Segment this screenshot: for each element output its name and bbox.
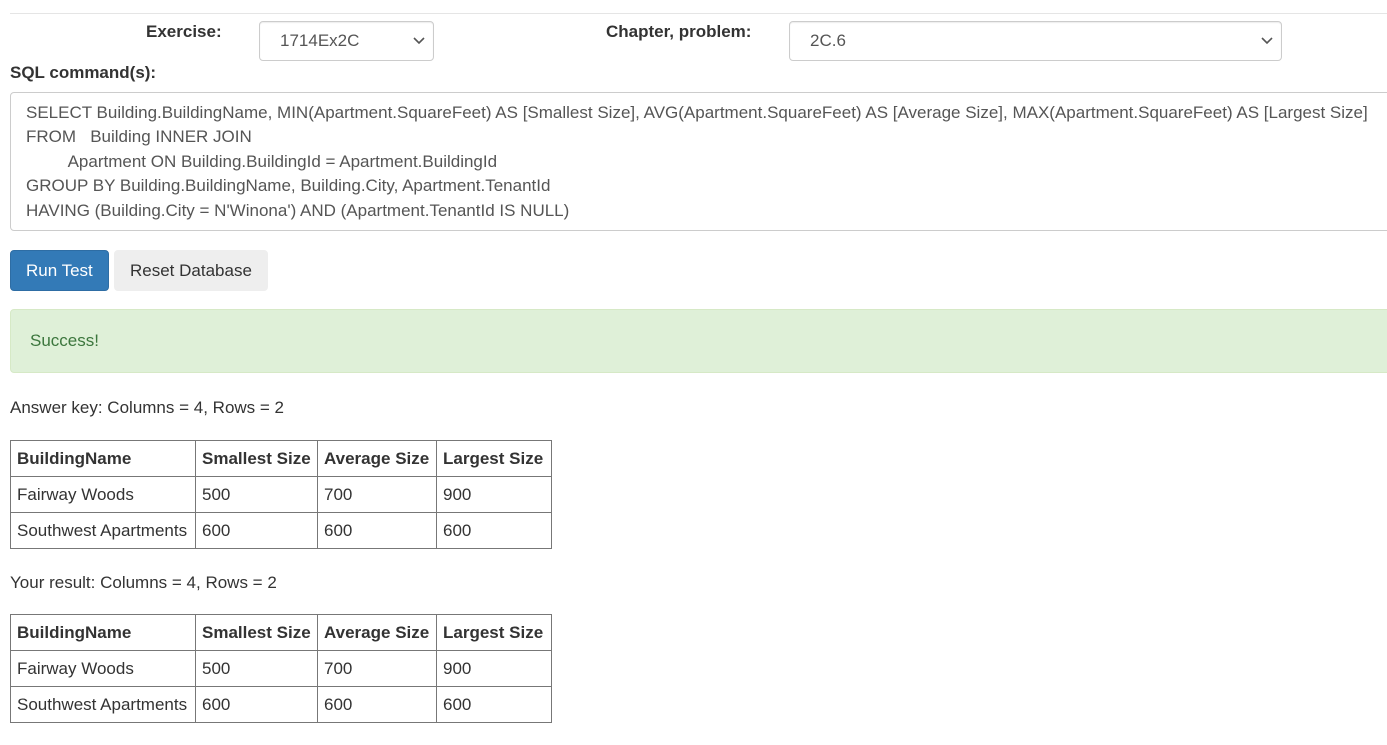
sql-textarea[interactable]: SELECT Building.BuildingName, MIN(Apartm… (10, 92, 1387, 231)
table-cell: 600 (436, 686, 552, 723)
table-cell: 600 (317, 686, 437, 723)
table-header: Average Size (317, 614, 437, 651)
table-header: Smallest Size (195, 440, 318, 477)
table-header: Average Size (317, 440, 437, 477)
table-cell: 600 (195, 512, 318, 549)
your-result-summary: Your result: Columns = 4, Rows = 2 (10, 573, 277, 592)
table-cell: 900 (436, 476, 552, 513)
table-header-row: BuildingName Smallest Size Average Size … (10, 440, 552, 477)
table-row: Southwest Apartments 600 600 600 (10, 686, 552, 723)
table-cell: 500 (195, 650, 318, 687)
table-header: Largest Size (436, 440, 552, 477)
table-row: Southwest Apartments 600 600 600 (10, 512, 552, 549)
table-row: Fairway Woods 500 700 900 (10, 476, 552, 513)
table-header: BuildingName (10, 440, 196, 477)
table-header: Largest Size (436, 614, 552, 651)
table-header: Smallest Size (195, 614, 318, 651)
chapter-label: Chapter, problem: (606, 22, 752, 41)
table-header: BuildingName (10, 614, 196, 651)
table-row: Fairway Woods 500 700 900 (10, 650, 552, 687)
chevron-down-icon (1261, 22, 1273, 60)
exercise-label: Exercise: (146, 22, 222, 41)
table-cell: 700 (317, 476, 437, 513)
exercise-select[interactable]: 1714Ex2C (259, 21, 434, 61)
exercise-select-value: 1714Ex2C (280, 31, 360, 50)
reset-database-button[interactable]: Reset Database (114, 250, 268, 291)
success-alert-text: Success! (30, 331, 99, 350)
table-cell: 600 (317, 512, 437, 549)
chevron-down-icon (413, 22, 425, 60)
table-cell: Fairway Woods (10, 476, 196, 513)
run-test-button[interactable]: Run Test (10, 250, 109, 291)
table-cell: 600 (436, 512, 552, 549)
table-cell: 900 (436, 650, 552, 687)
top-divider (10, 13, 1387, 14)
table-cell: Southwest Apartments (10, 686, 196, 723)
answer-key-summary: Answer key: Columns = 4, Rows = 2 (10, 398, 285, 417)
table-cell: 500 (195, 476, 318, 513)
sql-label: SQL command(s): (10, 63, 157, 82)
table-cell: 600 (195, 686, 318, 723)
table-header-row: BuildingName Smallest Size Average Size … (10, 614, 552, 651)
success-alert: Success! (10, 309, 1387, 373)
table-cell: 700 (317, 650, 437, 687)
chapter-select-value: 2C.6 (810, 31, 846, 50)
table-cell: Southwest Apartments (10, 512, 196, 549)
chapter-select[interactable]: 2C.6 (789, 21, 1282, 61)
your-result-table: BuildingName Smallest Size Average Size … (10, 614, 552, 723)
answer-key-table: BuildingName Smallest Size Average Size … (10, 440, 552, 549)
table-cell: Fairway Woods (10, 650, 196, 687)
